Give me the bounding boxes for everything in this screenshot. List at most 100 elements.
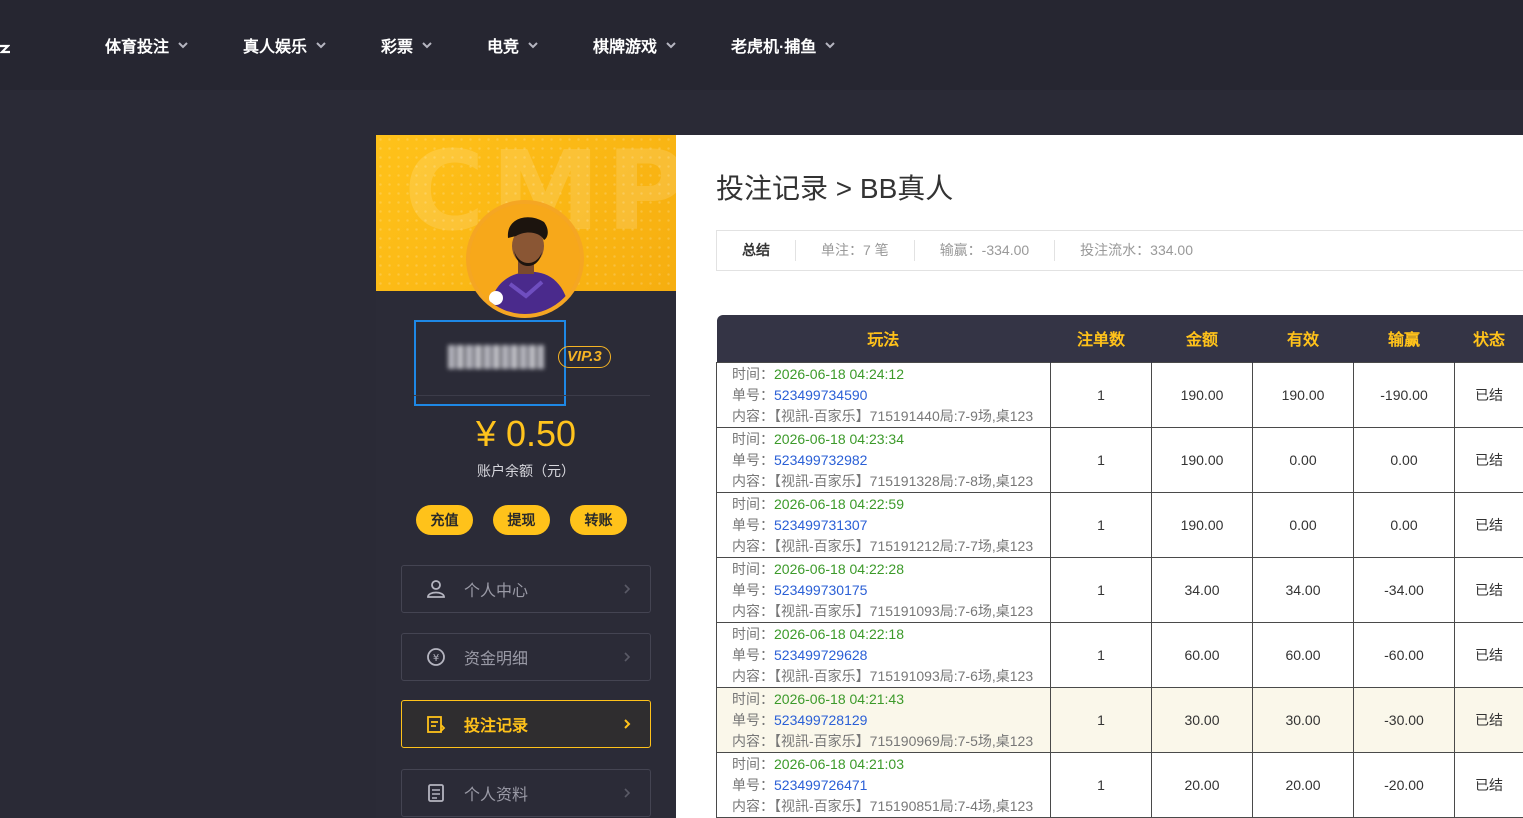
bet-count: 1 (1050, 556, 1152, 623)
order-label: 单号： (732, 386, 774, 403)
table-row[interactable]: 时间：2026-06-18 04:23:34 单号：523499732982 内容：… (716, 426, 1523, 493)
table-row[interactable]: 时间：2026-06-18 04:24:12 单号：523499734590 内容：… (716, 361, 1523, 428)
bet-content: 【视訊-百家乐】715191440局:7-9场,桌123 (774, 407, 1034, 424)
withdraw-button[interactable]: 提现 (493, 505, 550, 535)
bet-amount: 190.00 (1151, 491, 1253, 558)
bet-count: 1 (1050, 426, 1152, 493)
table-row[interactable]: 时间：2026-06-18 04:22:28 单号：523499730175 内容：… (716, 556, 1523, 623)
bet-detail-cell: 时间：2026-06-18 04:23:34 单号：523499732982 内容：… (716, 426, 1051, 493)
bet-time: 2026-06-18 04:21:43 (774, 690, 904, 707)
summary-label: 总结 (717, 240, 796, 261)
content-label: 内容： (732, 407, 774, 424)
nav-live-casino[interactable]: 真人娱乐 (243, 34, 326, 56)
table-row[interactable]: 时间：2026-06-18 04:22:59 单号：523499731307 内容：… (716, 491, 1523, 558)
bet-content: 【视訊-百家乐】715191328局:7-8场,桌123 (774, 472, 1034, 489)
bet-time-line: 时间：2026-06-18 04:22:28 (732, 559, 1050, 580)
bet-win-loss: -30.00 (1353, 686, 1455, 753)
nav-esports[interactable]: 电竞 (487, 34, 538, 56)
bet-content-line: 内容：【视訊-百家乐】715190969局:7-5场,桌123 (732, 731, 1050, 752)
page-title: 投注记录 > BB真人 (716, 173, 954, 204)
bet-detail-cell: 时间：2026-06-18 04:21:43 单号：523499728129 内容：… (716, 686, 1051, 753)
nav-label: 体育投注 (105, 39, 170, 56)
bet-detail-cell: 时间：2026-06-18 04:22:59 单号：523499731307 内容：… (716, 491, 1051, 558)
bet-status: 已结 (1454, 751, 1523, 818)
bet-content-line: 内容：【视訊-百家乐】715191212局:7-7场,桌123 (732, 536, 1050, 557)
account-balance: ¥ 0.50 (475, 413, 577, 454)
order-label: 单号： (732, 581, 774, 598)
col-header-game: 玩法 (716, 315, 1051, 362)
transfer-button[interactable]: 转账 (570, 505, 627, 535)
bet-amount: 34.00 (1151, 556, 1253, 623)
menu-item-fund-details[interactable]: ¥ 资金明细 (401, 633, 651, 681)
nav-lottery[interactable]: 彩票 (381, 34, 432, 56)
bet-order-number[interactable]: 523499734590 (774, 387, 867, 403)
bet-amount: 20.00 (1151, 751, 1253, 818)
order-label: 单号： (732, 451, 774, 468)
yuan-cycle-icon: ¥ (426, 647, 446, 667)
nav-label: 真人娱乐 (243, 39, 308, 56)
top-nav: 体育投注 真人娱乐 彩票 电竞 棋牌游戏 老虎机·捕鱼 (0, 0, 1523, 90)
summary-turnover: 投注流水：334.00 (1080, 242, 1193, 258)
user-icon (426, 579, 446, 599)
col-header-win-loss: 输赢 (1353, 315, 1455, 362)
bet-detail-cell: 时间：2026-06-18 04:22:18 单号：523499729628 内容：… (716, 621, 1051, 688)
bet-win-loss: -190.00 (1353, 361, 1455, 428)
menu-item-personal-center[interactable]: 个人中心 (401, 565, 651, 613)
bet-valid-amount: 30.00 (1252, 686, 1354, 753)
menu-label: 资金明细 (464, 651, 529, 668)
bet-time-line: 时间：2026-06-18 04:22:59 (732, 494, 1050, 515)
table-row[interactable]: 时间：2026-06-18 04:21:03 单号：523499726471 内容：… (716, 751, 1523, 818)
bet-order-number[interactable]: 523499732982 (774, 452, 867, 468)
bet-time-line: 时间：2026-06-18 04:24:12 (732, 364, 1050, 385)
time-label: 时间： (732, 625, 774, 642)
bet-status: 已结 (1454, 556, 1523, 623)
bet-time: 2026-06-18 04:22:18 (774, 625, 904, 642)
menu-item-bet-records[interactable]: 投注记录 (401, 700, 651, 748)
bet-amount: 190.00 (1151, 361, 1253, 428)
nav-sports[interactable]: 体育投注 (105, 34, 188, 56)
bet-order-line: 单号：523499729628 (732, 645, 1050, 666)
bet-count: 1 (1050, 491, 1152, 558)
svg-text:¥: ¥ (433, 653, 439, 664)
bet-count: 1 (1050, 621, 1152, 688)
bet-valid-amount: 34.00 (1252, 556, 1354, 623)
col-header-amount: 金额 (1151, 315, 1253, 362)
chevron-right-icon (624, 652, 631, 662)
content-label: 内容： (732, 602, 774, 619)
nav-slots-fishing[interactable]: 老虎机·捕鱼 (731, 34, 836, 56)
bet-order-number[interactable]: 523499729628 (774, 647, 867, 663)
table-row[interactable]: 时间：2026-06-18 04:21:43 单号：523499728129 内容：… (716, 686, 1523, 753)
time-label: 时间： (732, 495, 774, 512)
table-row[interactable]: 时间：2026-06-18 04:22:18 单号：523499729628 内容：… (716, 621, 1523, 688)
bet-status: 已结 (1454, 426, 1523, 493)
bet-time: 2026-06-18 04:22:28 (774, 560, 904, 577)
username-blurred (448, 345, 544, 369)
col-header-valid: 有效 (1252, 315, 1354, 362)
bet-order-number[interactable]: 523499728129 (774, 712, 867, 728)
bet-time: 2026-06-18 04:22:59 (774, 495, 904, 512)
bet-order-number[interactable]: 523499726471 (774, 777, 867, 793)
bet-count: 1 (1050, 751, 1152, 818)
bet-order-number[interactable]: 523499731307 (774, 517, 867, 533)
chevron-down-icon (316, 42, 326, 49)
bet-win-loss: -60.00 (1353, 621, 1455, 688)
bet-status: 已结 (1454, 686, 1523, 753)
bet-time: 2026-06-18 04:23:34 (774, 430, 904, 447)
nav-card-games[interactable]: 棋牌游戏 (593, 34, 676, 56)
bet-order-number[interactable]: 523499730175 (774, 582, 867, 598)
bet-amount: 60.00 (1151, 621, 1253, 688)
avatar-portrait-icon (470, 204, 580, 314)
chevron-down-icon (422, 42, 432, 49)
bet-time: 2026-06-18 04:21:03 (774, 755, 904, 772)
bet-time: 2026-06-18 04:24:12 (774, 365, 904, 382)
nav-label: 棋牌游戏 (593, 39, 658, 56)
time-label: 时间： (732, 430, 774, 447)
content-label: 内容： (732, 732, 774, 749)
avatar[interactable] (466, 200, 584, 318)
bet-detail-cell: 时间：2026-06-18 04:21:03 单号：523499726471 内容：… (716, 751, 1051, 818)
menu-item-profile[interactable]: 个人资料 (401, 769, 651, 817)
deposit-button[interactable]: 充值 (416, 505, 473, 535)
table-header-row: 玩法 注单数 金额 有效 输赢 状态 (716, 315, 1523, 362)
bet-order-line: 单号：523499732982 (732, 450, 1050, 471)
bet-content: 【视訊-百家乐】715191093局:7-6场,桌123 (774, 667, 1034, 684)
